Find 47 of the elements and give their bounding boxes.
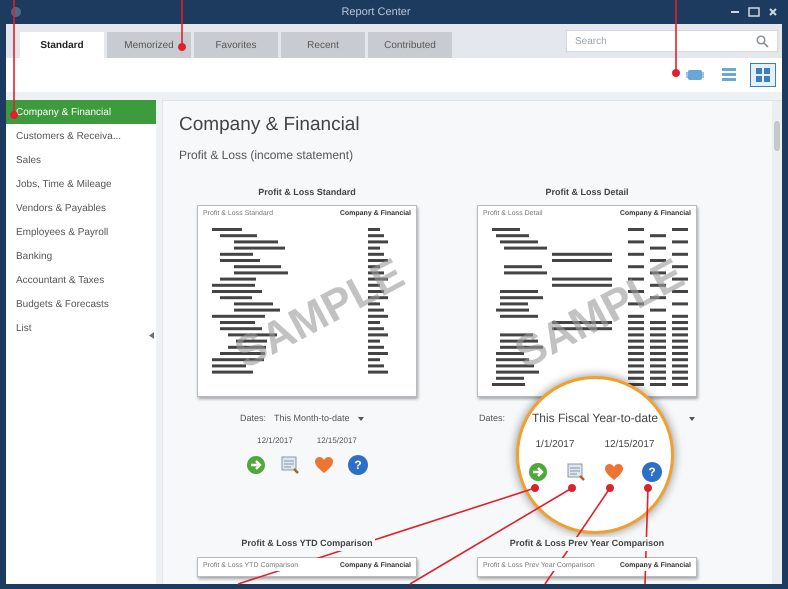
close-icon[interactable] (768, 7, 778, 17)
section-heading: Company & Financial (179, 113, 360, 137)
sidebar-item[interactable]: Employees & Payroll (6, 220, 156, 244)
tab[interactable]: Contributed (368, 32, 452, 58)
dates-dropdown[interactable] (689, 417, 695, 421)
scrollbar-thumb[interactable] (774, 121, 780, 151)
app-icon (10, 6, 22, 18)
section-subheading: Profit & Loss (income statement) (179, 146, 354, 164)
grid-view-button[interactable] (750, 63, 776, 87)
sidebar-item[interactable]: Accountant & Taxes (6, 268, 156, 292)
sidebar-item[interactable]: Jobs, Time & Mileage (6, 172, 156, 196)
sidebar-item[interactable]: Vendors & Payables (6, 196, 156, 220)
heart-icon[interactable] (604, 463, 624, 481)
sidebar-item[interactable]: Customers & Receiva... (6, 124, 156, 148)
tab[interactable]: Memorized (107, 32, 191, 58)
tab[interactable]: Recent (281, 32, 365, 58)
window-title: Report Center (341, 4, 411, 20)
search-input[interactable]: Search (575, 34, 745, 48)
start-date: 1/1/2017 (536, 438, 574, 452)
help-button[interactable]: ? (348, 455, 368, 475)
maximize-icon[interactable] (748, 7, 760, 17)
tab[interactable]: Favorites (194, 32, 278, 58)
sidebar-item[interactable]: List (6, 316, 156, 340)
sidebar-item[interactable]: Banking (6, 244, 156, 268)
end-date: 12/15/2017 (316, 435, 357, 447)
dates-label: Dates: (240, 412, 266, 426)
caret-icon (358, 417, 364, 421)
sidebar-item[interactable]: Sales (6, 148, 156, 172)
report-title[interactable]: Profit & Loss Prev Year Comparison (508, 537, 666, 550)
report-icon[interactable] (280, 455, 300, 475)
sidebar-item[interactable]: Budgets & Forecasts (6, 292, 156, 316)
caret-icon (689, 417, 695, 421)
report-icon[interactable] (566, 462, 586, 482)
help-button[interactable]: ? (642, 462, 662, 482)
tab[interactable]: Standard (20, 32, 104, 58)
search-field[interactable]: Search (566, 30, 778, 52)
search-icon[interactable] (756, 34, 769, 48)
report-title[interactable]: Profit & Loss YTD Comparison (239, 537, 375, 550)
dates-dropdown[interactable]: This Month-to-date (274, 412, 374, 426)
start-date: 12/1/2017 (257, 435, 293, 447)
collapse-icon[interactable] (149, 332, 154, 339)
heart-icon[interactable] (314, 456, 334, 474)
sidebar-item[interactable]: Company & Financial (6, 100, 156, 124)
dates-range: This Fiscal Year-to-date (532, 410, 658, 427)
leader-line (178, 0, 186, 51)
end-date: 12/15/2017 (604, 438, 654, 452)
dates-label: Dates: (479, 412, 506, 426)
